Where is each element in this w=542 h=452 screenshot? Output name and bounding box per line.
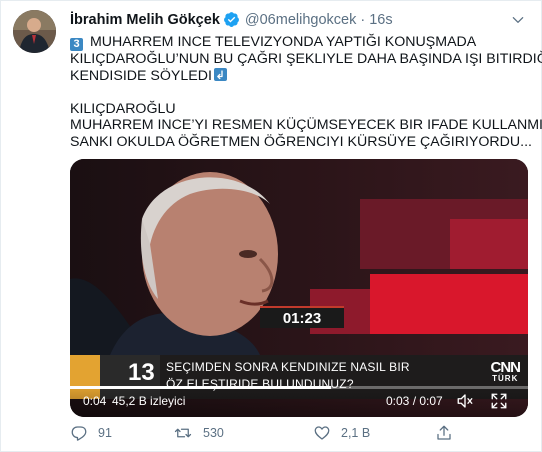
share-button[interactable] xyxy=(435,424,463,442)
tweet-text-line: KENDISIDE SÖYLEDI xyxy=(70,67,530,85)
down-arrow-icon xyxy=(213,67,227,81)
heart-icon xyxy=(314,426,330,440)
banner-question-line: SEÇIMDEN SONRA KENDINIZE NASIL BIR xyxy=(166,360,410,374)
retweet-count: 530 xyxy=(203,426,224,440)
fullscreen-icon[interactable] xyxy=(490,392,508,415)
playback-position: 0:03 / 0:07 xyxy=(386,394,443,408)
keycap-number-icon: 3 xyxy=(70,38,83,51)
header-separator: · xyxy=(360,11,366,28)
author-name[interactable]: İbrahim Melih Gökçek xyxy=(70,12,220,28)
view-count: 45,2 B izleyici xyxy=(112,394,186,408)
reply-button[interactable]: 91 xyxy=(70,424,112,442)
retweet-button[interactable]: 530 xyxy=(173,424,224,442)
tweet-text-line: MUHARREM INCE’YI RESMEN KÜÇÜMSEYECEK BIR… xyxy=(70,117,542,133)
tweet-text-segment: MUHARREM INCE TELEVIZYONDA YAPTIĞI KONUŞ… xyxy=(89,34,477,50)
tweet-text: 3 MUHARREM INCE TELEVIZYONDA YAPTIĞI KON… xyxy=(70,34,542,150)
progress-bar[interactable] xyxy=(70,385,528,391)
progress-fill xyxy=(70,386,332,389)
verified-badge-icon xyxy=(223,11,240,28)
tweet-actions: 91 530 2,1 B xyxy=(70,424,470,444)
tweet-card[interactable]: İbrahim Melih Gökçek @06melihgokcek · 16… xyxy=(0,0,542,452)
video-timer-overlay: 01:23 xyxy=(260,306,344,328)
author-handle[interactable]: @06melihgokcek xyxy=(245,12,356,28)
share-icon xyxy=(437,425,451,440)
logo-sub-text: TÜRK xyxy=(492,374,519,383)
video-controls: 0:04 45,2 B izleyici 0:03 / 0:07 xyxy=(70,385,528,417)
tweet-header: İbrahim Melih Gökçek @06melihgokcek · 16… xyxy=(70,11,393,28)
tweet-text-line: KILIÇDAROĞLU’NUN BU ÇAĞRI ŞEKLIYLE DAHA … xyxy=(70,51,542,67)
tweet-text-line: KILIÇDAROĞLU xyxy=(70,100,176,117)
avatar[interactable] xyxy=(13,10,56,53)
mute-icon[interactable] xyxy=(456,392,474,415)
video-player[interactable]: 01:23 13 SEÇIMDEN SONRA KENDINIZE NASIL … xyxy=(70,159,528,417)
elapsed-time: 0:04 xyxy=(83,394,107,408)
like-button[interactable]: 2,1 B xyxy=(313,424,370,442)
banner-number: 13 xyxy=(128,359,155,386)
tweet-text-segment: KENDISIDE SÖYLEDI xyxy=(70,67,212,84)
tweet-timestamp[interactable]: 16s xyxy=(369,12,392,28)
retweet-icon xyxy=(174,428,192,438)
tweet-text-line: SANKI OKULDA ÖĞRETMEN ÖĞRENCIYI KÜRSÜYE … xyxy=(70,133,532,150)
like-count: 2,1 B xyxy=(341,426,371,440)
reply-icon xyxy=(71,426,87,441)
more-options-chevron-icon[interactable] xyxy=(509,11,527,29)
tweet-text-line: 3 MUHARREM INCE TELEVIZYONDA YAPTIĞI KON… xyxy=(70,34,530,51)
reply-count: 91 xyxy=(98,426,112,440)
cnn-turk-logo: CNN TÜRK xyxy=(491,359,521,383)
